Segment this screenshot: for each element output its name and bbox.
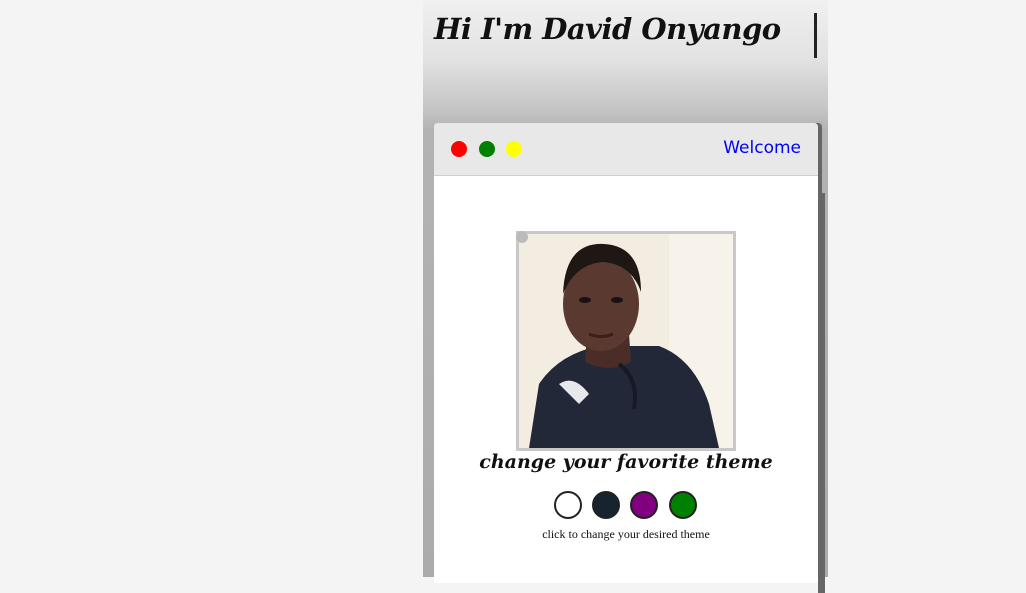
photo-corner-pin <box>516 231 528 243</box>
theme-caption: click to change your desired theme <box>542 527 710 541</box>
theme-swatch-green[interactable] <box>669 491 697 519</box>
theme-swatches <box>554 491 704 521</box>
welcome-link[interactable]: Welcome <box>723 138 801 158</box>
theme-swatch-light[interactable] <box>554 491 582 519</box>
window-titlebar: Welcome <box>434 123 818 176</box>
theme-swatch-dark[interactable] <box>592 491 620 519</box>
app-window: Welcome change your favorite theme click… <box>434 123 825 593</box>
maximize-dot-icon[interactable] <box>506 141 522 157</box>
minimize-dot-icon[interactable] <box>479 141 495 157</box>
page-title: Hi I'm David Onyango <box>434 12 781 46</box>
theme-heading: change your favorite theme <box>479 451 773 473</box>
typing-cursor <box>814 13 817 58</box>
profile-photo <box>516 231 736 451</box>
close-dot-icon[interactable] <box>451 141 467 157</box>
theme-swatch-purple[interactable] <box>630 491 658 519</box>
